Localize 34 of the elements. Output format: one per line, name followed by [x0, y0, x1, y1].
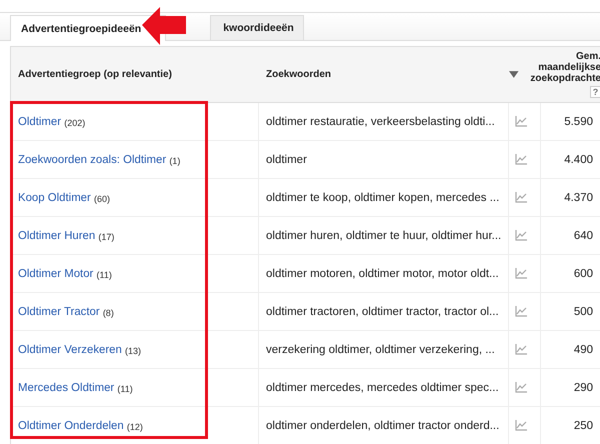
table-cell: 250: [574, 420, 593, 432]
table-cell: 640: [574, 230, 593, 242]
table-cell: oldtimer onderdelen, oldtimer tractor onderd...: [266, 420, 500, 432]
tab[interactable]: kwoordideeën: [210, 15, 304, 40]
chart-icon[interactable]: [515, 116, 527, 127]
table-cell: oldtimer restauratie, verkeersbelasting oldti...: [266, 116, 495, 128]
table-cell: oldtimer: [266, 154, 307, 166]
chart-icon[interactable]: [515, 382, 527, 393]
table-cell: oldtimer motoren, oldtimer motor, motor oldt...: [266, 268, 499, 280]
table-cell: 4.400: [564, 154, 593, 166]
table-cell: oldtimer te koop, oldtimer kopen, mercedes ...: [266, 192, 500, 204]
chart-icon[interactable]: [515, 344, 527, 355]
table-cell: 290: [574, 382, 593, 394]
table-cell: 4.370: [564, 192, 593, 204]
table-cell: 600: [574, 268, 593, 280]
tab[interactable]: Advertentiegroepideeën: [10, 15, 166, 41]
chart-icon[interactable]: [515, 192, 527, 203]
pointer-arrow: [142, 7, 186, 47]
column-header[interactable]: Advertentiegroep (op relevantie): [18, 69, 172, 80]
sort-icon[interactable]: [509, 71, 519, 78]
chart-icon[interactable]: [515, 154, 527, 165]
table-cell: oldtimer mercedes, mercedes oldtimer spec...: [266, 382, 499, 394]
chart-icon[interactable]: [515, 306, 527, 317]
table-cell: 5.590: [564, 116, 593, 128]
table-cell: 490: [574, 344, 593, 356]
table-cell: oldtimer tractoren, oldtimer tractor, tractor ol...: [266, 306, 499, 318]
chart-icon[interactable]: [515, 420, 527, 431]
table-cell: 500: [574, 306, 593, 318]
chart-icon[interactable]: [515, 230, 527, 241]
column-header[interactable]: Zoekwoorden: [266, 69, 332, 80]
chart-icon[interactable]: [515, 268, 527, 279]
table-cell: oldtimer huren, oldtimer te huur, oldtimer hur...: [266, 230, 502, 242]
help-icon[interactable]: ?: [590, 86, 600, 98]
table-cell: verzekering oldtimer, oldtimer verzekering, ...: [266, 344, 495, 356]
